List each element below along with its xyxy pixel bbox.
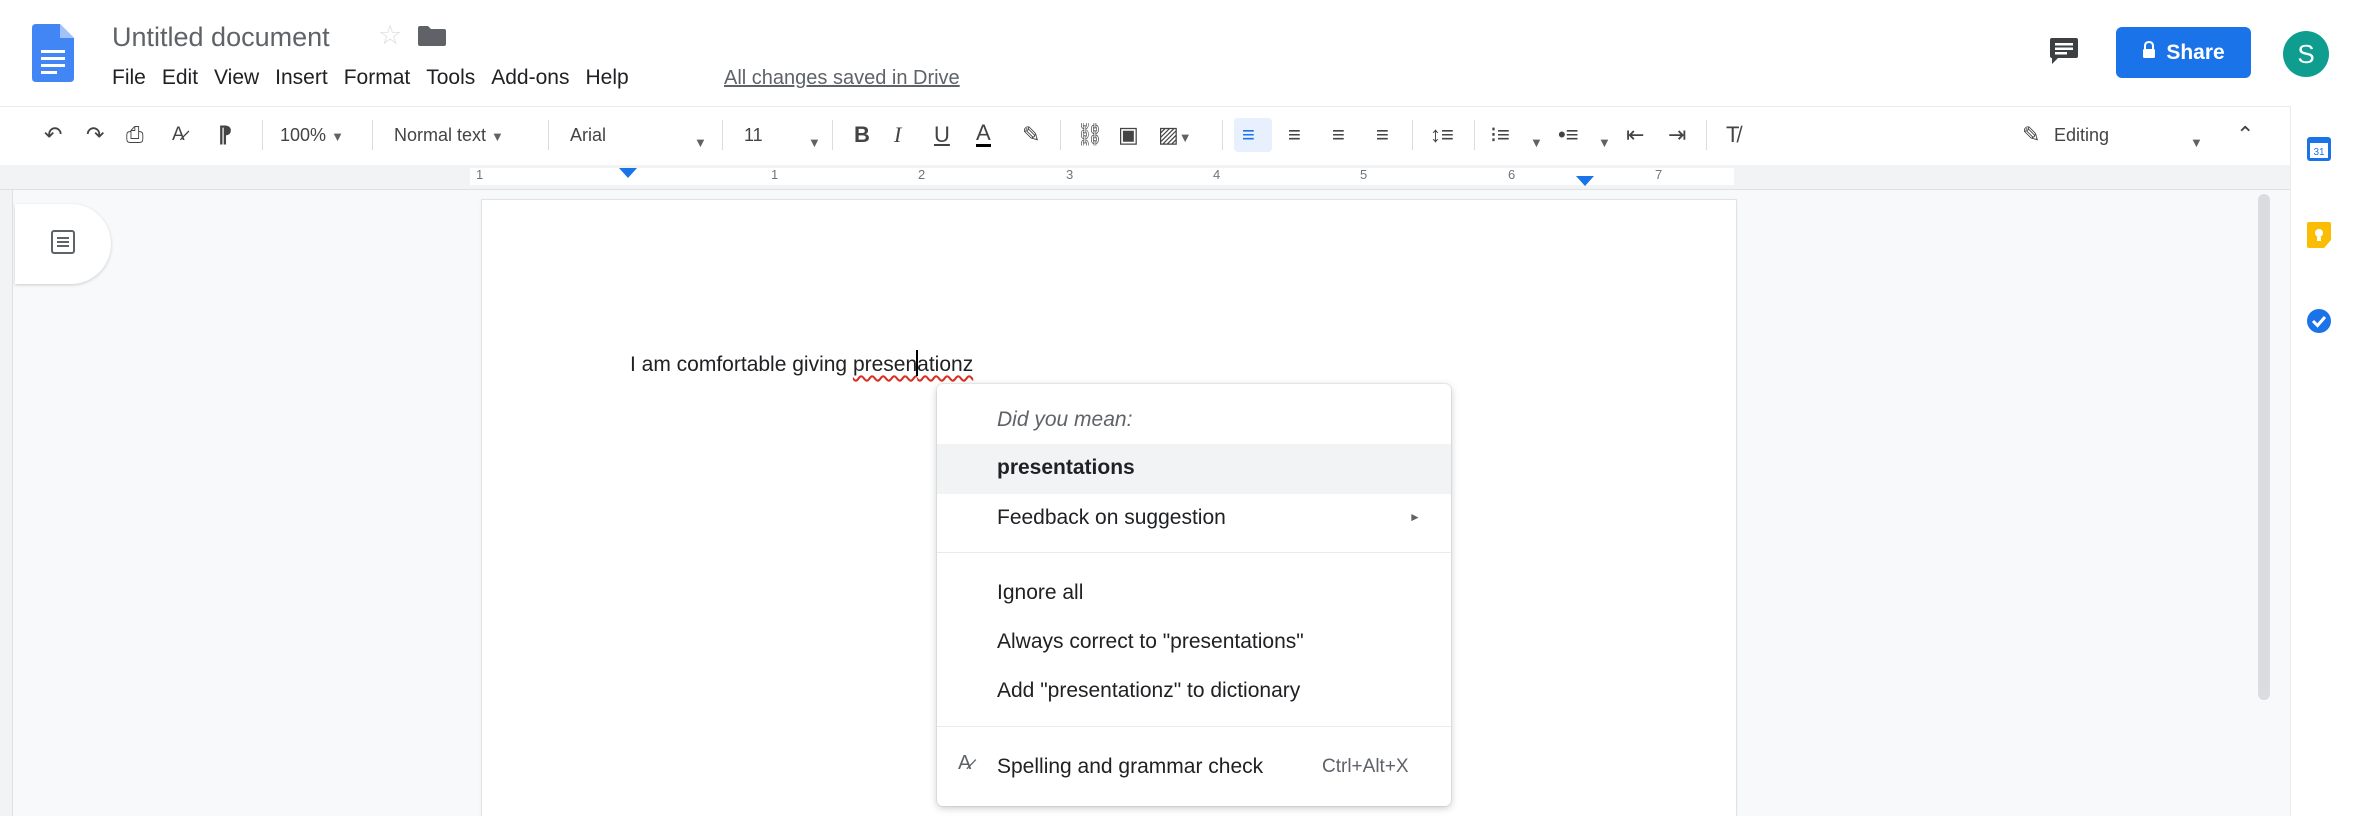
menu-add-ons[interactable]: Add-ons — [491, 66, 569, 90]
menu-file[interactable]: File — [112, 66, 146, 90]
calendar-icon[interactable]: 31 — [2306, 136, 2332, 167]
side-panel — [2290, 106, 2367, 816]
menu-divider — [937, 726, 1451, 727]
share-label: Share — [2166, 40, 2225, 64]
spellcheck-icon[interactable]: A̷ — [172, 122, 185, 148]
font-size-select[interactable]: 11 — [744, 122, 763, 148]
chevron-down-icon[interactable]: ▼ — [1598, 130, 1611, 156]
avatar[interactable]: S — [2283, 31, 2329, 77]
redo-icon[interactable]: ↷ — [86, 122, 104, 148]
underline-button[interactable]: U — [934, 122, 950, 148]
svg-text:31: 31 — [2313, 147, 2325, 158]
editing-mode-label[interactable]: Editing — [2054, 122, 2109, 148]
share-button[interactable]: Share — [2116, 27, 2251, 78]
menu-view[interactable]: View — [214, 66, 259, 90]
chevron-down-icon[interactable]: ▼ — [1530, 130, 1543, 156]
font-select[interactable]: Arial — [570, 122, 606, 148]
text-color-button[interactable]: A — [976, 122, 991, 147]
ruler-number: 1 — [476, 167, 484, 182]
zoom-select[interactable]: 100% ▼ — [280, 122, 344, 150]
keep-icon[interactable] — [2307, 222, 2331, 253]
add-to-dictionary-item[interactable]: Add "presentationz" to dictionary — [997, 679, 1300, 703]
pencil-icon: ✎ — [2022, 122, 2041, 147]
menu-bar: File Edit View Insert Format Tools Add-o… — [112, 66, 645, 90]
chevron-down-icon[interactable]: ▼ — [2190, 130, 2203, 156]
right-indent-marker[interactable] — [1576, 176, 1594, 186]
insert-image-icon[interactable]: ▨▼ — [1158, 122, 1192, 151]
style-value: Normal text — [394, 125, 487, 145]
chevron-up-icon[interactable]: ⌃ — [2236, 122, 2254, 148]
vertical-ruler — [0, 190, 13, 816]
chevron-down-icon: ▼ — [491, 129, 504, 144]
always-correct-item[interactable]: Always correct to "presentations" — [997, 630, 1304, 654]
feedback-on-suggestion-item[interactable]: Feedback on suggestion — [997, 506, 1226, 530]
numbered-list-icon[interactable]: ⁝≡ — [1490, 122, 1510, 148]
comments-icon[interactable] — [2050, 38, 2078, 64]
menu-edit[interactable]: Edit — [162, 66, 198, 90]
menu-help[interactable]: Help — [585, 66, 628, 90]
misspelled-word-part: ationz — [917, 353, 974, 376]
spellcheck-icon: A̷ — [958, 752, 972, 774]
bold-button[interactable]: B — [854, 122, 870, 148]
increase-indent-icon[interactable]: ⇥ — [1668, 122, 1686, 148]
save-status[interactable]: All changes saved in Drive — [724, 67, 960, 90]
font-size-value: 11 — [744, 125, 763, 145]
justify-icon[interactable]: ≡ — [1376, 122, 1389, 148]
left-indent-marker[interactable] — [619, 168, 637, 178]
add-comment-icon[interactable]: ▣ — [1118, 122, 1139, 148]
highlight-icon[interactable]: ✎ — [1022, 122, 1040, 148]
star-icon[interactable]: ☆ — [378, 20, 402, 51]
ruler-number: 3 — [1066, 167, 1074, 182]
tasks-icon[interactable] — [2306, 308, 2332, 339]
link-icon[interactable]: ⛓ — [1076, 122, 1104, 148]
misspelled-word-part: presen — [852, 353, 918, 376]
menu-format[interactable]: Format — [344, 66, 411, 90]
align-center-icon[interactable]: ≡ — [1288, 122, 1301, 148]
submenu-arrow-icon: ► — [1409, 510, 1421, 524]
menu-divider — [937, 552, 1451, 553]
document-title[interactable]: Untitled document — [112, 22, 330, 53]
chevron-down-icon[interactable]: ▼ — [694, 130, 707, 156]
menu-insert[interactable]: Insert — [275, 66, 328, 90]
line-spacing-icon[interactable]: ↕≡ — [1430, 122, 1454, 148]
paint-format-icon[interactable]: ⁋ — [218, 122, 232, 148]
lock-icon — [2142, 40, 2156, 65]
print-icon[interactable]: ⎙ — [126, 122, 144, 148]
docs-logo-icon[interactable] — [32, 24, 74, 82]
keyboard-shortcut: Ctrl+Alt+X — [1322, 756, 1409, 777]
chevron-down-icon[interactable]: ▼ — [808, 130, 821, 156]
vertical-scrollbar[interactable] — [2258, 194, 2270, 700]
ignore-all-item[interactable]: Ignore all — [997, 581, 1083, 605]
clear-formatting-icon[interactable]: T̸ — [1726, 122, 1739, 148]
bulleted-list-icon[interactable]: •≡ — [1558, 122, 1579, 148]
outline-icon — [50, 229, 76, 260]
document-outline-button[interactable] — [15, 204, 111, 284]
misspelled-word[interactable]: presenationz — [852, 350, 974, 376]
ruler-page-area — [470, 168, 1734, 185]
decrease-indent-icon[interactable]: ⇤ — [1626, 122, 1644, 148]
spelling-grammar-check-item[interactable]: Spelling and grammar check — [997, 755, 1263, 779]
italic-button[interactable]: I — [894, 122, 901, 148]
document-text[interactable]: I am comfortable giving presenationz — [630, 350, 973, 377]
style-select[interactable]: Normal text ▼ — [394, 122, 504, 150]
chevron-down-icon: ▼ — [331, 129, 344, 144]
align-right-icon[interactable]: ≡ — [1332, 122, 1345, 148]
font-value: Arial — [570, 125, 607, 145]
suggestion-item[interactable]: presentations — [997, 456, 1135, 480]
ruler-number: 7 — [1655, 167, 1663, 182]
did-you-mean-heading: Did you mean: — [997, 408, 1133, 431]
folder-icon[interactable] — [418, 26, 446, 46]
ruler-number: 1 — [771, 167, 779, 182]
menu-tools[interactable]: Tools — [426, 66, 475, 90]
ruler-number: 5 — [1360, 167, 1368, 182]
ruler-number: 6 — [1508, 167, 1516, 182]
ruler-number: 2 — [918, 167, 926, 182]
zoom-value: 100% — [280, 125, 327, 145]
ruler-number: 4 — [1213, 167, 1221, 182]
document-text-plain: I am comfortable giving — [630, 353, 853, 376]
undo-icon[interactable]: ↶ — [44, 122, 62, 148]
align-left-icon[interactable]: ≡ — [1242, 122, 1255, 148]
